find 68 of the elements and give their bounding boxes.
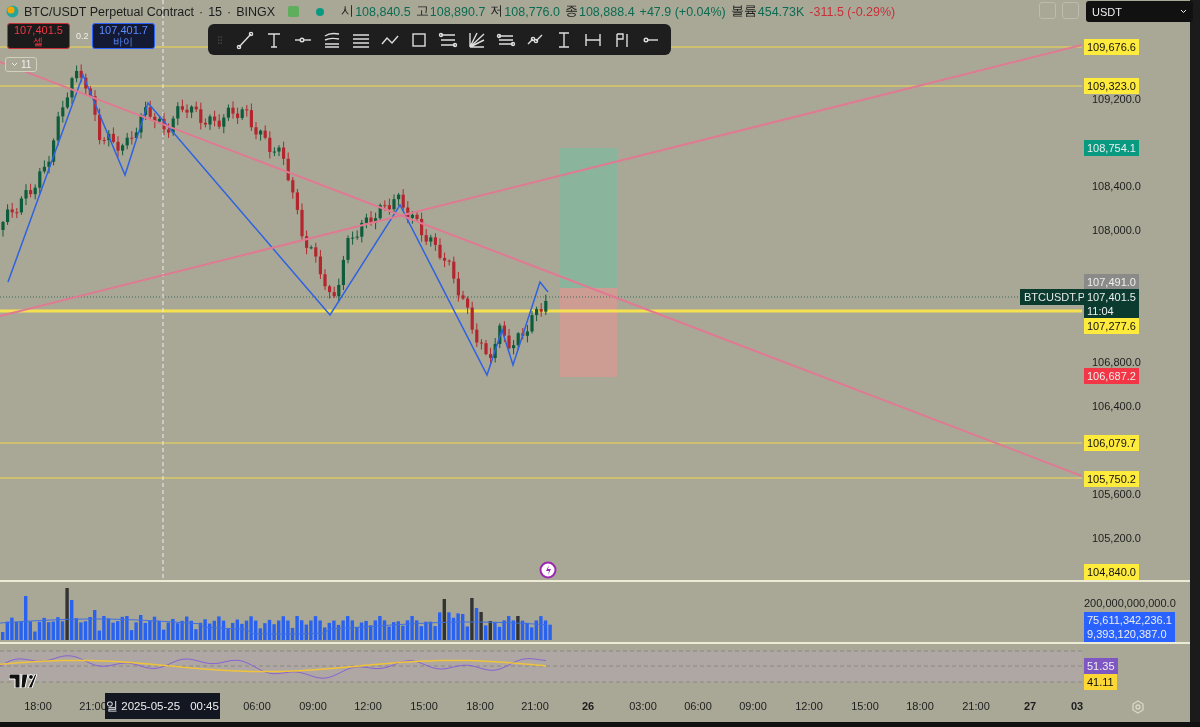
volume-tick: 200,000,000,000.0 bbox=[1084, 597, 1176, 609]
separator-dot: · bbox=[199, 4, 204, 19]
ohlc-value: 108,888.4 bbox=[578, 4, 635, 19]
volume-readings: 75,611,342,236.1 9,393,120,387.0 bbox=[1084, 612, 1175, 642]
time-label: 06:00 bbox=[684, 700, 712, 712]
symbol-title: BTC/USDT Perpetual Contract bbox=[24, 4, 194, 19]
time-label: 15:00 bbox=[851, 700, 879, 712]
time-label: 21:00 bbox=[962, 700, 990, 712]
separator-dot: · bbox=[227, 4, 232, 19]
price-label: 107,491.0 bbox=[1084, 274, 1139, 290]
price-label: 108,754.1 bbox=[1084, 140, 1139, 156]
rsi-reading: 41.11 bbox=[1084, 674, 1117, 690]
time-label: 09:00 bbox=[299, 700, 327, 712]
price-label: 107,277.6 bbox=[1084, 318, 1139, 334]
time-label: 06:00 bbox=[243, 700, 271, 712]
price-label: 104,840.0 bbox=[1084, 564, 1139, 580]
price-label: 107,401.5 11:04 bbox=[1084, 289, 1139, 319]
time-label: 12:00 bbox=[795, 700, 823, 712]
time-label: 27 bbox=[1023, 700, 1037, 712]
price-tick: 108,000.0 bbox=[1092, 224, 1141, 236]
brand-logo-icon bbox=[9, 674, 37, 688]
time-label: 21:00 bbox=[521, 700, 549, 712]
time-label: 18:00 bbox=[24, 700, 52, 712]
price-change: +47.9 (+0.04%) bbox=[639, 4, 726, 19]
price-tick: 105,600.0 bbox=[1092, 488, 1141, 500]
status-dot-icon bbox=[316, 7, 325, 16]
price-tick: 109,200.0 bbox=[1092, 93, 1141, 105]
exchange-label: BINGX bbox=[236, 4, 276, 19]
price-label: 109,676.6 bbox=[1084, 39, 1139, 55]
price-tick: 108,400.0 bbox=[1092, 180, 1141, 192]
time-label: 18:00 bbox=[906, 700, 934, 712]
currency-select[interactable]: USDT bbox=[1086, 1, 1193, 22]
time-label: 09:00 bbox=[739, 700, 767, 712]
coin-logo-icon bbox=[6, 5, 19, 18]
rsi-reading: 51.35 bbox=[1084, 658, 1118, 674]
ohlc-label: 시 bbox=[341, 3, 355, 20]
volume-label: 볼륨 bbox=[730, 3, 757, 20]
sell-button[interactable]: 107,401.5 셀 bbox=[7, 23, 70, 49]
time-label: 15:00 bbox=[410, 700, 438, 712]
ohlc-value: 108,840.5 bbox=[355, 4, 411, 19]
time-label: 18:00 bbox=[466, 700, 494, 712]
ohlc-label: 종 bbox=[564, 3, 578, 20]
time-label: 03:00 bbox=[629, 700, 657, 712]
market-status-icon bbox=[288, 6, 300, 17]
lightning-icon[interactable] bbox=[539, 561, 557, 579]
price-label: 106,079.7 bbox=[1084, 435, 1139, 451]
volume-change: -311.5 (-0.29%) bbox=[809, 4, 896, 19]
ohlc-label: 고 bbox=[415, 3, 429, 20]
ohlc-label: 저 bbox=[490, 3, 504, 20]
price-tick: 106,800.0 bbox=[1092, 356, 1141, 368]
crosshair-time-label: 일 2025-05-25 00:45 bbox=[105, 693, 220, 719]
buy-button[interactable]: 107,401.7 바이 bbox=[92, 23, 155, 49]
time-label: 26 bbox=[581, 700, 595, 712]
price-tick: 106,400.0 bbox=[1092, 400, 1141, 412]
volume-value: 454.73K bbox=[757, 4, 805, 19]
spread-value: 0.2 bbox=[76, 31, 89, 41]
interval-label[interactable]: 15 bbox=[208, 4, 223, 19]
line-tool-icon[interactable] bbox=[235, 29, 255, 50]
chevron-icon bbox=[1180, 9, 1187, 14]
ohlc-value: 108,776.0 bbox=[504, 4, 560, 19]
price-label: 106,687.2 bbox=[1084, 368, 1139, 384]
price-tick: 105,200.0 bbox=[1092, 532, 1141, 544]
price-label: 105,750.2 bbox=[1084, 471, 1139, 487]
chevron-icon bbox=[11, 62, 18, 67]
price-label: 109,323.0 bbox=[1084, 78, 1139, 94]
time-label: 03 bbox=[1070, 700, 1084, 712]
ohlc-value: 108,890.7 bbox=[429, 4, 486, 19]
time-label: 12:00 bbox=[354, 700, 382, 712]
